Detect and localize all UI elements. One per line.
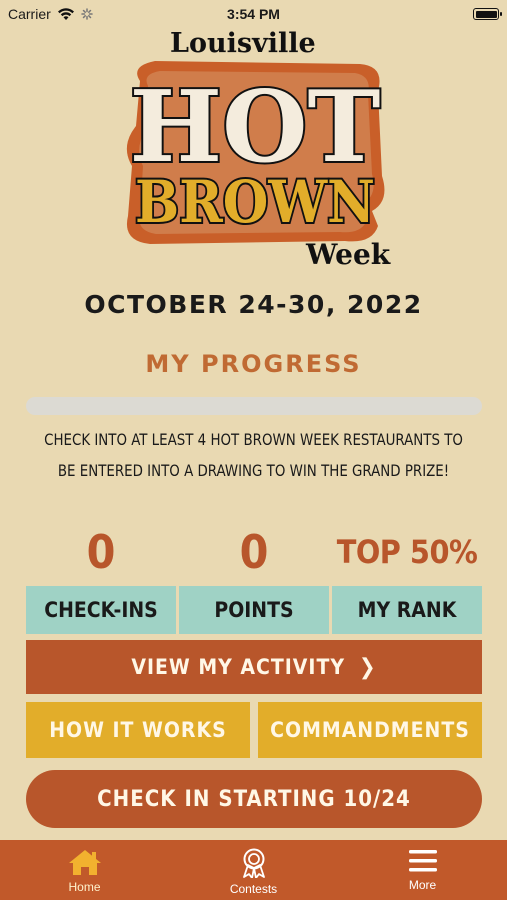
progress-title: MY PROGRESS — [145, 350, 362, 378]
progress-instructions: CHECK INTO AT LEAST 4 HOT BROWN WEEK RES… — [33, 424, 475, 486]
battery-icon — [473, 8, 502, 20]
status-bar: Carrier 3:54 PM — [0, 0, 507, 28]
stat-rank: TOP 50% MY RANK — [332, 518, 482, 636]
view-activity-button[interactable]: VIEW MY ACTIVITY ❯ — [26, 640, 482, 694]
wifi-icon — [57, 8, 74, 20]
commandments-button[interactable]: COMMANDMENTS — [258, 702, 482, 758]
tab-more[interactable]: More — [363, 848, 483, 892]
logo-brown-text: BROWN — [135, 168, 375, 236]
tab-contests-label: Contests — [229, 882, 278, 896]
points-label: POINTS — [179, 586, 329, 634]
progress-bar — [26, 397, 482, 415]
award-ribbon-icon — [242, 848, 265, 878]
how-it-works-label: HOW IT WORKS — [49, 718, 227, 742]
home-icon — [68, 850, 101, 875]
tab-bar: Home Contests More — [0, 840, 507, 900]
check-in-button[interactable]: CHECK IN STARTING 10/24 — [26, 770, 482, 828]
menu-icon — [408, 850, 437, 872]
activity-spinner-icon — [81, 8, 93, 20]
points-value: 0 — [239, 525, 269, 579]
rank-label: MY RANK — [332, 586, 482, 634]
check-ins-value: 0 — [86, 525, 116, 579]
tab-more-label: More — [408, 878, 437, 892]
commandments-label: COMMANDMENTS — [270, 718, 470, 742]
check-in-label: CHECK IN STARTING 10/24 — [97, 786, 411, 812]
logo-week-text: Week — [305, 238, 391, 271]
battery-fill — [475, 10, 497, 18]
instructions-line-2: BE ENTERED INTO A DRAWING TO WIN THE GRA… — [57, 461, 450, 480]
stats-panel: 0 CHECK-INS 0 POINTS TOP 50% MY RANK — [26, 518, 482, 636]
carrier-label: Carrier — [8, 6, 51, 22]
stat-check-ins: 0 CHECK-INS — [26, 518, 176, 636]
logo-louisville-text: Louisville — [170, 28, 316, 59]
chevron-right-icon: ❯ — [359, 654, 377, 680]
stat-points: 0 POINTS — [179, 518, 329, 636]
tab-home-label: Home — [68, 880, 101, 894]
how-it-works-button[interactable]: HOW IT WORKS — [26, 702, 250, 758]
hot-brown-week-logo: Louisville HOT BROWN Week — [126, 28, 391, 271]
tab-home[interactable]: Home — [25, 848, 145, 894]
event-dates: OCTOBER 24-30, 2022 — [84, 290, 423, 319]
rank-value: TOP 50% — [336, 533, 478, 571]
status-left: Carrier — [8, 6, 93, 22]
view-activity-label: VIEW MY ACTIVITY — [131, 655, 346, 679]
tab-contests[interactable]: Contests — [194, 848, 314, 896]
check-ins-label: CHECK-INS — [26, 586, 176, 634]
instructions-line-1: CHECK INTO AT LEAST 4 HOT BROWN WEEK RES… — [44, 430, 463, 449]
